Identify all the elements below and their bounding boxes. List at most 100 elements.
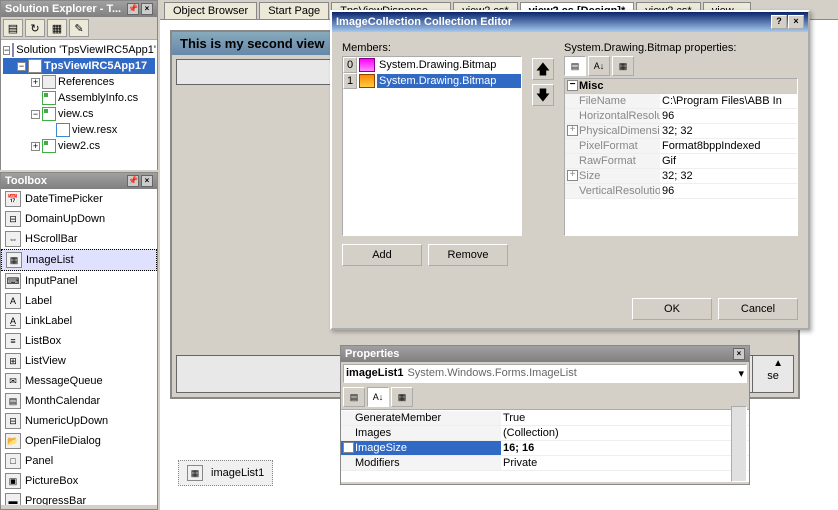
property-row[interactable]: PixelFormatFormat8bppIndexed (565, 139, 797, 154)
toolbox-item-picturebox[interactable]: ▣PictureBox (1, 471, 157, 491)
remove-button[interactable]: Remove (428, 244, 508, 266)
toolbox-item-listview[interactable]: ⊞ListView (1, 351, 157, 371)
properties-column: System.Drawing.Bitmap properties: ▤ A↓ ▦… (564, 42, 798, 266)
property-value[interactable]: (Collection) (501, 426, 749, 440)
move-down-button[interactable]: 🡇 (532, 84, 554, 106)
references-icon (42, 75, 56, 89)
toolbox-item-hscrollbar[interactable]: ⇔HScrollBar (1, 229, 157, 249)
property-row[interactable]: ModifiersPrivate (341, 456, 749, 471)
property-row[interactable]: HorizontalResoluti96 (565, 109, 797, 124)
toolbox-item-datetimepicker[interactable]: 📅DateTimePicker (1, 189, 157, 209)
alpha-sort-icon[interactable]: A↓ (588, 56, 610, 76)
members-list[interactable]: 0System.Drawing.Bitmap1System.Drawing.Bi… (342, 56, 522, 236)
close-icon[interactable]: × (141, 175, 153, 187)
toolbox-item-label: OpenFileDialog (25, 435, 101, 447)
toolbox-item-inputpanel[interactable]: ⌨InputPanel (1, 271, 157, 291)
expander-icon[interactable]: − (3, 46, 10, 55)
property-value[interactable]: Private (501, 456, 749, 470)
show-all-icon[interactable]: ▦ (47, 19, 67, 37)
expander-icon[interactable]: + (31, 78, 40, 87)
property-value[interactable]: Format8bppIndexed (660, 139, 797, 153)
toolbox-item-domainupdown[interactable]: ⊟DomainUpDown (1, 209, 157, 229)
view-code-icon[interactable]: ▤ (3, 19, 23, 37)
ok-button[interactable]: OK (632, 298, 712, 320)
toolbox-item-label: HScrollBar (25, 233, 78, 245)
property-value[interactable]: 16; 16 (501, 441, 749, 455)
categorized-icon[interactable]: ▤ (564, 56, 586, 76)
member-item[interactable]: 1System.Drawing.Bitmap (343, 73, 521, 89)
refresh-icon[interactable]: ↻ (25, 19, 45, 37)
tree-project[interactable]: −TpsViewIRC5App17 (3, 58, 155, 74)
properties-grid[interactable]: GenerateMemberTrueImages(Collection)Imag… (341, 410, 749, 482)
property-row[interactable]: ImageSize16; 16 (341, 441, 749, 456)
tree-references[interactable]: +References (3, 74, 155, 90)
toolbox-item-openfiledialog[interactable]: 📂 OpenFileDialog (1, 431, 157, 451)
tree-view2cs[interactable]: +view2.cs (3, 138, 155, 154)
close-icon[interactable]: × (733, 348, 745, 360)
property-value[interactable]: 32; 32 (660, 169, 797, 183)
property-value[interactable]: True (501, 411, 749, 425)
property-value[interactable]: 32; 32 (660, 124, 797, 138)
category-misc[interactable]: Misc (565, 79, 797, 94)
expander-icon[interactable]: − (17, 62, 26, 71)
property-row[interactable]: Images(Collection) (341, 426, 749, 441)
scrollbar[interactable] (731, 406, 747, 482)
toolbox-item-label[interactable]: ALabel (1, 291, 157, 311)
member-index: 0 (343, 57, 357, 73)
picturebox-icon: ▣ (5, 473, 21, 489)
expander-icon[interactable]: − (31, 110, 40, 119)
se-button[interactable]: ▲se (753, 356, 793, 392)
document-tab[interactable]: Object Browser (164, 2, 257, 19)
property-row[interactable]: PhysicalDimensio32; 32 (565, 124, 797, 139)
categorized-icon[interactable]: ▤ (343, 387, 365, 407)
tree-viewresx[interactable]: view.resx (3, 122, 155, 138)
toolbox-item-messagequeue[interactable]: ✉MessageQueue (1, 371, 157, 391)
tree-solution[interactable]: −Solution 'TpsViewIRC5App1' (3, 42, 155, 58)
toolbox-item-linklabel[interactable]: A̲LinkLabel (1, 311, 157, 331)
expander-icon[interactable]: + (31, 142, 40, 151)
alpha-sort-icon[interactable]: A↓ (367, 387, 389, 407)
property-value[interactable]: Gif (660, 154, 797, 168)
property-row[interactable]: Size32; 32 (565, 169, 797, 184)
property-pages-icon[interactable]: ▦ (612, 56, 634, 76)
tree-assemblyinfo[interactable]: AssemblyInfo.cs (3, 90, 155, 106)
property-row[interactable]: RawFormatGif (565, 154, 797, 169)
add-button[interactable]: Add (342, 244, 422, 266)
toolbox-list[interactable]: 📅DateTimePicker⊟DomainUpDown⇔HScrollBar▦… (1, 189, 157, 505)
toolbox-item-monthcalendar[interactable]: ▤MonthCalendar (1, 391, 157, 411)
property-row[interactable]: VerticalResolution96 (565, 184, 797, 199)
property-value[interactable]: 96 (660, 109, 797, 123)
property-pages-icon[interactable]: ▦ (391, 387, 413, 407)
properties-icon[interactable]: ✎ (69, 19, 89, 37)
properties-title: Properties × (341, 346, 749, 362)
property-value[interactable]: C:\Program Files\ABB In (660, 94, 797, 108)
openfiledialog-icon: 📂 (5, 433, 21, 449)
cancel-button[interactable]: Cancel (718, 298, 798, 320)
toolbox-item-panel[interactable]: □Panel (1, 451, 157, 471)
bitmap-properties-grid[interactable]: MiscFileNameC:\Program Files\ABB InHoriz… (564, 78, 798, 236)
collection-editor-dialog: ImageCollection Collection Editor ? × Me… (330, 10, 810, 330)
dialog-titlebar[interactable]: ImageCollection Collection Editor ? × (332, 12, 808, 32)
close-button[interactable]: × (788, 15, 804, 29)
pin-icon[interactable]: 📌 (127, 3, 139, 15)
component-tray: ▦ imageList1 (178, 460, 273, 486)
pin-icon[interactable]: 📌 (127, 175, 139, 187)
toolbox-item-progressbar[interactable]: ▬ProgressBar (1, 491, 157, 505)
property-row[interactable]: FileNameC:\Program Files\ABB In (565, 94, 797, 109)
tree-viewcs[interactable]: −view.cs (3, 106, 155, 122)
move-up-button[interactable]: 🡅 (532, 58, 554, 80)
imagelist-component[interactable]: ▦ imageList1 (178, 460, 273, 486)
toolbox-item-numericupdown[interactable]: ⊟NumericUpDown (1, 411, 157, 431)
member-item[interactable]: 0System.Drawing.Bitmap (343, 57, 521, 73)
object-selector[interactable]: imageList1 System.Windows.Forms.ImageLis… (343, 364, 747, 383)
document-tab[interactable]: Start Page (259, 2, 329, 19)
help-button[interactable]: ? (771, 15, 787, 29)
close-icon[interactable]: × (141, 3, 153, 15)
solution-tree[interactable]: −Solution 'TpsViewIRC5App1' −TpsViewIRC5… (1, 40, 157, 170)
property-value[interactable]: 96 (660, 184, 797, 198)
toolbox-item-label: MonthCalendar (25, 395, 100, 407)
property-row[interactable]: GenerateMemberTrue (341, 411, 749, 426)
toolbox-item-listbox[interactable]: ≡ListBox (1, 331, 157, 351)
toolbox-item-imagelist[interactable]: ▦ImageList (1, 249, 157, 271)
dropdown-icon[interactable]: ▾ (738, 367, 744, 380)
